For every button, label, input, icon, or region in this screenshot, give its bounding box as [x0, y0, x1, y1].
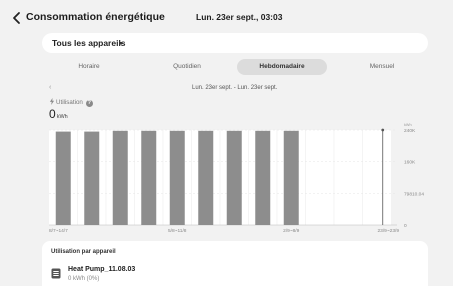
x-tick-label: 23/9~23/9 — [378, 228, 400, 234]
x-tick-label: 8/7~14/7 — [49, 228, 68, 234]
chart-bar — [112, 130, 128, 225]
y-tick-label: 79810.04 — [404, 191, 424, 197]
y-tick-label: 0 — [404, 223, 407, 229]
chart-bar — [198, 130, 214, 225]
x-tick-label: 2/9~8/9 — [283, 228, 299, 234]
y-tick-label: 240K — [404, 128, 416, 134]
weekly-usage-chart: kWh240K 160K 79810.04 0 8/7~14/7 5/8~11/8 2/9~… — [49, 123, 424, 234]
device-usage: 0 kWh (0%) — [68, 276, 100, 282]
device-name[interactable]: Heat Pump_11.08.03 — [68, 266, 135, 273]
chart-bar — [283, 130, 299, 225]
per-device-title: Utilisation par appareil — [51, 249, 116, 255]
heat-pump-icon — [51, 268, 61, 279]
chart-bar — [255, 130, 271, 225]
per-device-card: Utilisation par appareil Heat Pump_11.08… — [42, 241, 428, 286]
y-tick-label: 160K — [404, 160, 416, 166]
current-period-marker-dot — [381, 128, 385, 132]
chart-bar — [84, 131, 100, 225]
x-tick-label: 5/8~11/8 — [168, 228, 187, 234]
chart-bar — [55, 131, 71, 225]
chart-bar — [226, 130, 242, 225]
chart-bar — [169, 130, 185, 225]
chart-bar — [141, 130, 157, 225]
y-axis-unit-label: kWh — [404, 123, 412, 127]
